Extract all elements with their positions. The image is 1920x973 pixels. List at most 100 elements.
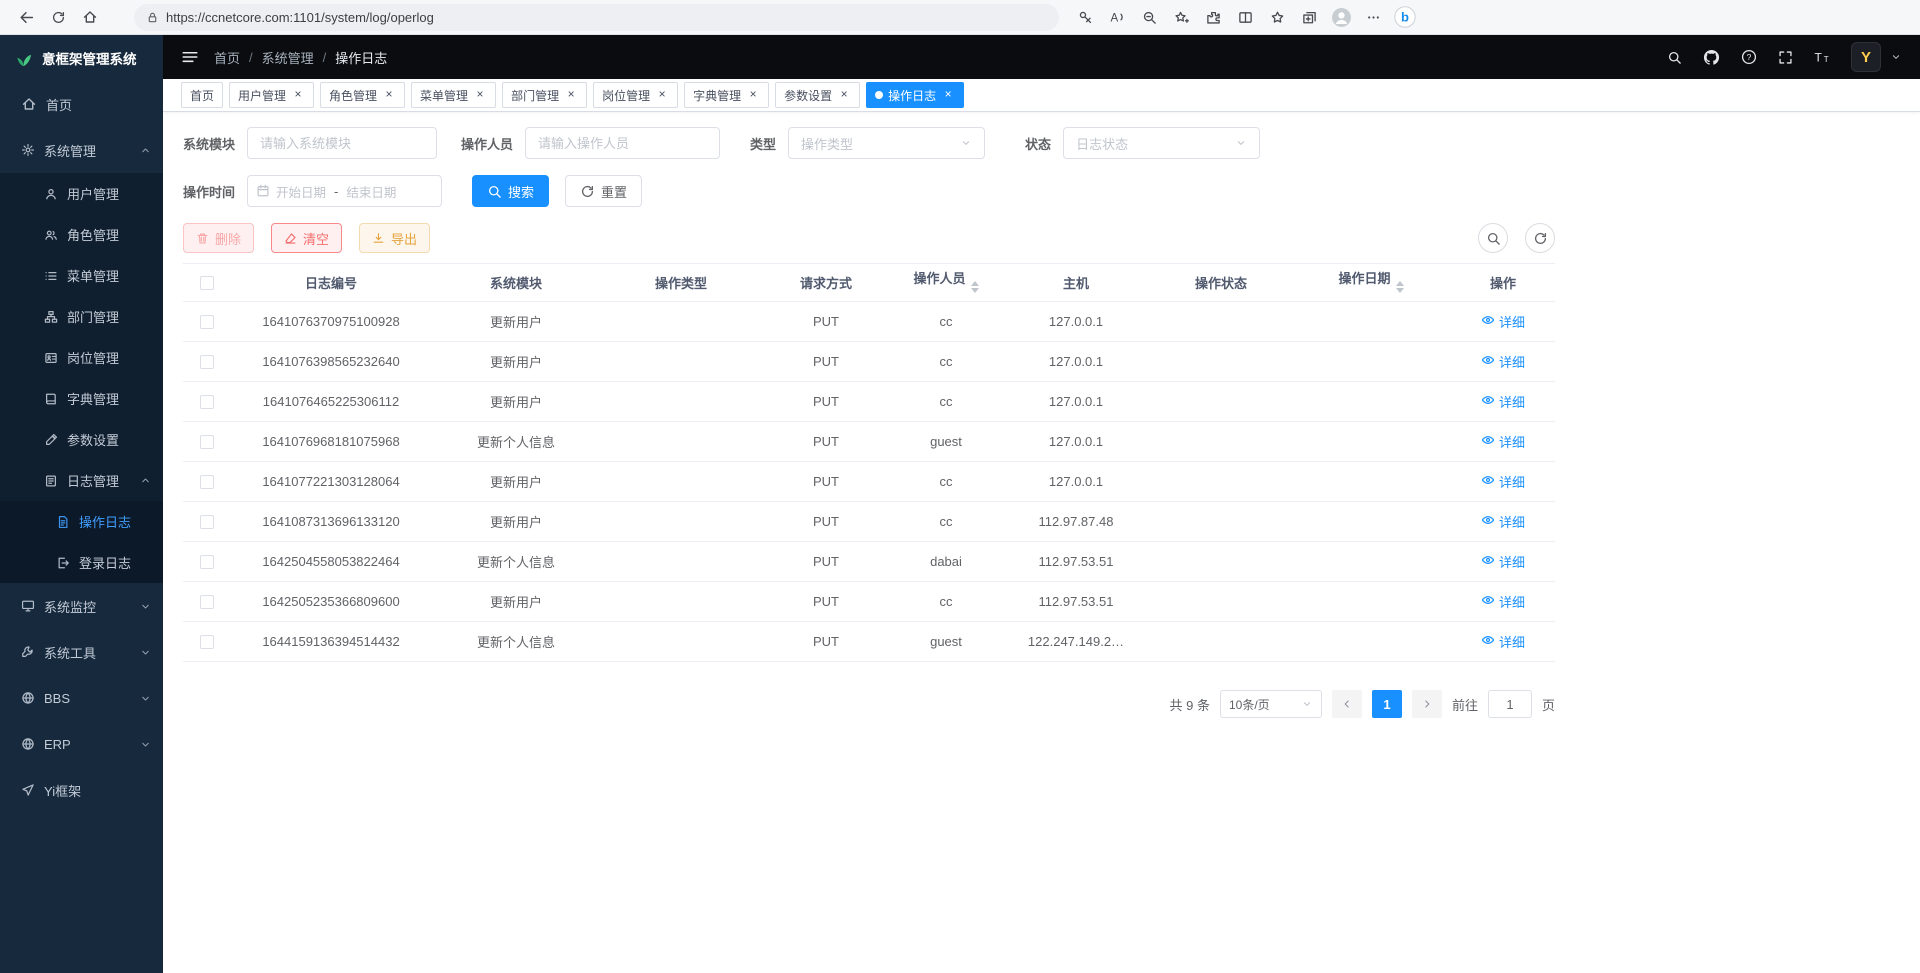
date-range-picker[interactable]: 开始日期 - 结束日期 xyxy=(247,175,442,207)
row-checkbox[interactable] xyxy=(200,515,214,529)
close-tab-icon[interactable]: × xyxy=(564,88,578,102)
delete-button[interactable]: 删除 xyxy=(183,223,254,253)
favorites-icon[interactable] xyxy=(1261,2,1293,32)
browser-more-menu-icon[interactable] xyxy=(1357,2,1389,32)
sidebar-item-log-mgmt[interactable]: 日志管理 xyxy=(0,460,163,501)
close-tab-icon[interactable]: × xyxy=(291,88,305,102)
help-icon[interactable]: ? xyxy=(1741,49,1757,65)
github-icon[interactable] xyxy=(1703,49,1720,66)
user-menu-caret-icon[interactable] xyxy=(1890,51,1902,63)
module-filter-input[interactable] xyxy=(247,127,437,159)
fullscreen-icon[interactable] xyxy=(1778,50,1793,65)
user-avatar[interactable]: Y xyxy=(1851,42,1881,72)
sidebar-item-home[interactable]: 首页 xyxy=(0,81,163,127)
reset-button[interactable]: 重置 xyxy=(565,175,642,207)
sidebar-item-bbs[interactable]: BBS xyxy=(0,675,163,721)
row-checkbox[interactable] xyxy=(200,595,214,609)
breadcrumb-item[interactable]: 首页 xyxy=(214,48,240,67)
address-bar[interactable]: https://ccnetcore.com:1101/system/log/op… xyxy=(134,4,1059,31)
tab-param-settings[interactable]: 参数设置× xyxy=(775,82,860,108)
detail-link[interactable]: 详细 xyxy=(1481,392,1525,411)
password-key-icon[interactable] xyxy=(1069,2,1101,32)
sidebar-item-login-log[interactable]: 登录日志 xyxy=(0,542,163,583)
sidebar-item-dept-mgmt[interactable]: 部门管理 xyxy=(0,296,163,337)
select-all-checkbox[interactable] xyxy=(200,276,214,290)
detail-link[interactable]: 详细 xyxy=(1481,472,1525,491)
sort-icon[interactable] xyxy=(971,277,979,297)
column-header[interactable]: 操作人员 xyxy=(891,264,1001,302)
sidebar-item-system-tools[interactable]: 系统工具 xyxy=(0,629,163,675)
read-aloud-icon[interactable]: A xyxy=(1101,2,1133,32)
sidebar-item-post-mgmt[interactable]: 岗位管理 xyxy=(0,337,163,378)
browser-back-button[interactable] xyxy=(10,2,42,32)
zoom-out-icon[interactable] xyxy=(1133,2,1165,32)
prev-page-button[interactable] xyxy=(1332,690,1362,718)
sidebar-item-erp[interactable]: ERP xyxy=(0,721,163,767)
tab-oper-log[interactable]: 操作日志× xyxy=(866,82,964,108)
page-1-button[interactable]: 1 xyxy=(1372,690,1402,718)
row-checkbox[interactable] xyxy=(200,555,214,569)
tab-role-mgmt[interactable]: 角色管理× xyxy=(320,82,405,108)
column-header[interactable]: 操作日期 xyxy=(1291,264,1451,302)
sidebar-item-menu-mgmt[interactable]: 菜单管理 xyxy=(0,255,163,296)
column-header: 操作状态 xyxy=(1151,264,1291,302)
row-checkbox[interactable] xyxy=(200,395,214,409)
next-page-button[interactable] xyxy=(1412,690,1442,718)
sidebar-item-system-monitor[interactable]: 系统监控 xyxy=(0,583,163,629)
toggle-search-button[interactable] xyxy=(1478,223,1508,253)
tab-dict-mgmt[interactable]: 字典管理× xyxy=(684,82,769,108)
detail-link[interactable]: 详细 xyxy=(1481,432,1525,451)
detail-link[interactable]: 详细 xyxy=(1481,632,1525,651)
row-checkbox[interactable] xyxy=(200,355,214,369)
tab-post-mgmt[interactable]: 岗位管理× xyxy=(593,82,678,108)
status-filter-select[interactable]: 日志状态 xyxy=(1063,127,1260,159)
row-checkbox[interactable] xyxy=(200,435,214,449)
sidebar-item-role-mgmt[interactable]: 角色管理 xyxy=(0,214,163,255)
header-search-icon[interactable] xyxy=(1667,50,1682,65)
close-tab-icon[interactable]: × xyxy=(382,88,396,102)
detail-link[interactable]: 详细 xyxy=(1481,552,1525,571)
tab-user-mgmt[interactable]: 用户管理× xyxy=(229,82,314,108)
operator-filter-input[interactable] xyxy=(525,127,720,159)
refresh-table-button[interactable] xyxy=(1525,223,1555,253)
close-tab-icon[interactable]: × xyxy=(941,88,955,102)
split-screen-icon[interactable] xyxy=(1229,2,1261,32)
sort-icon[interactable] xyxy=(1396,277,1404,297)
export-button[interactable]: 导出 xyxy=(359,223,430,253)
detail-link[interactable]: 详细 xyxy=(1481,312,1525,331)
sidebar-collapse-button[interactable] xyxy=(181,48,199,66)
sidebar-item-param-settings[interactable]: 参数设置 xyxy=(0,419,163,460)
add-favorite-icon[interactable] xyxy=(1165,2,1197,32)
sidebar-item-system-mgmt[interactable]: 系统管理 xyxy=(0,127,163,173)
browser-refresh-button[interactable] xyxy=(42,2,74,32)
row-checkbox[interactable] xyxy=(200,635,214,649)
close-tab-icon[interactable]: × xyxy=(746,88,760,102)
clear-button[interactable]: 清空 xyxy=(271,223,342,253)
detail-link[interactable]: 详细 xyxy=(1481,592,1525,611)
browser-profile-avatar[interactable] xyxy=(1325,2,1357,32)
bing-icon[interactable]: b xyxy=(1389,2,1421,32)
tab-dept-mgmt[interactable]: 部门管理× xyxy=(502,82,587,108)
page-size-select[interactable]: 10条/页 xyxy=(1220,690,1322,718)
sidebar-item-yi-framework[interactable]: Yi框架 xyxy=(0,767,163,813)
tab-home[interactable]: 首页 xyxy=(181,82,223,108)
row-checkbox[interactable] xyxy=(200,315,214,329)
goto-page-input[interactable] xyxy=(1488,690,1532,718)
search-button[interactable]: 搜索 xyxy=(472,175,549,207)
extensions-icon[interactable] xyxy=(1197,2,1229,32)
type-filter-select[interactable]: 操作类型 xyxy=(788,127,985,159)
collections-icon[interactable] xyxy=(1293,2,1325,32)
detail-link[interactable]: 详细 xyxy=(1481,352,1525,371)
sidebar-item-oper-log[interactable]: 操作日志 xyxy=(0,501,163,542)
close-tab-icon[interactable]: × xyxy=(655,88,669,102)
tab-menu-mgmt[interactable]: 菜单管理× xyxy=(411,82,496,108)
browser-home-button[interactable] xyxy=(74,2,106,32)
font-size-icon[interactable]: TT xyxy=(1814,49,1830,65)
detail-link[interactable]: 详细 xyxy=(1481,512,1525,531)
close-tab-icon[interactable]: × xyxy=(837,88,851,102)
close-tab-icon[interactable]: × xyxy=(473,88,487,102)
row-checkbox[interactable] xyxy=(200,475,214,489)
breadcrumb-item[interactable]: 系统管理 xyxy=(262,48,314,67)
sidebar-item-dict-mgmt[interactable]: 字典管理 xyxy=(0,378,163,419)
sidebar-item-user-mgmt[interactable]: 用户管理 xyxy=(0,173,163,214)
